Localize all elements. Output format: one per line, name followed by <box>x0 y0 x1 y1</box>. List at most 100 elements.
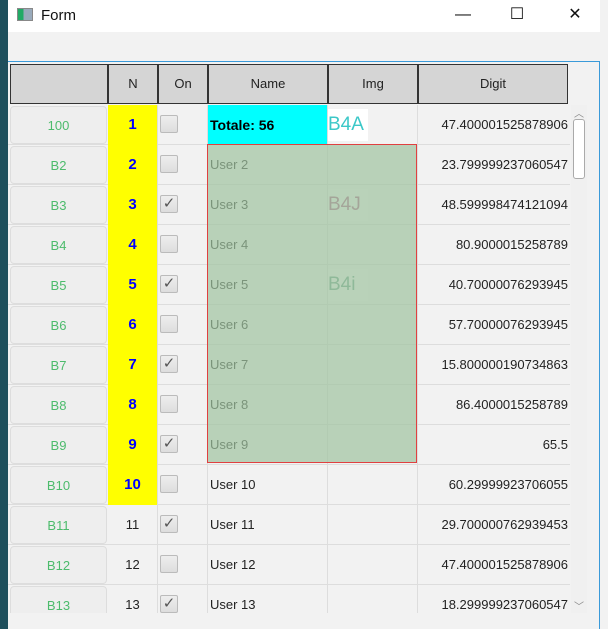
cell-img[interactable] <box>328 465 418 505</box>
table-row[interactable]: 100 1 Totale: 56 B4A 47.400001525878906 <box>8 105 570 145</box>
column-header-rowheader[interactable] <box>10 64 108 104</box>
cell-img[interactable] <box>328 505 418 545</box>
cell-digit[interactable]: 57.70000076293945 <box>418 305 570 345</box>
cell-name[interactable]: Totale: 56 <box>208 105 328 145</box>
cell-n[interactable]: 6 <box>108 305 158 345</box>
cell-img[interactable] <box>328 425 418 465</box>
on-checkbox[interactable] <box>160 155 178 173</box>
cell-img[interactable]: B4A <box>328 105 418 145</box>
on-checkbox[interactable] <box>160 115 178 133</box>
scroll-up-icon[interactable]: ︿ <box>571 105 587 120</box>
table-row[interactable]: B9 9 ✓ User 9 65.5 <box>8 425 570 465</box>
cell-img[interactable] <box>328 545 418 585</box>
row-header-button[interactable]: B12 <box>10 546 107 584</box>
column-header-on[interactable]: On <box>158 64 208 104</box>
on-checkbox[interactable]: ✓ <box>160 595 178 613</box>
row-header-button[interactable]: B2 <box>10 146 107 184</box>
row-header-button[interactable]: B5 <box>10 266 107 304</box>
row-header-button[interactable]: B9 <box>10 426 107 464</box>
cell-n[interactable]: 3 <box>108 185 158 225</box>
table-row[interactable]: B8 8 User 8 86.4000015258789 <box>8 385 570 425</box>
cell-digit[interactable]: 18.299999237060547 <box>418 585 570 613</box>
cell-n[interactable]: 8 <box>108 385 158 425</box>
column-header-n[interactable]: N <box>108 64 158 104</box>
cell-img[interactable] <box>328 225 418 265</box>
cell-name[interactable]: User 10 <box>208 465 328 505</box>
on-checkbox[interactable] <box>160 395 178 413</box>
table-row[interactable]: B7 7 ✓ User 7 15.800000190734863 <box>8 345 570 385</box>
row-header-button[interactable]: B8 <box>10 386 107 424</box>
cell-n[interactable]: 9 <box>108 425 158 465</box>
cell-n[interactable]: 13 <box>108 585 158 613</box>
row-header-button[interactable]: B7 <box>10 346 107 384</box>
scroll-down-icon[interactable]: ﹀ <box>571 598 587 613</box>
cell-digit[interactable]: 86.4000015258789 <box>418 385 570 425</box>
row-header-button[interactable]: 100 <box>10 106 107 144</box>
cell-n[interactable]: 5 <box>108 265 158 305</box>
cell-digit[interactable]: 65.5 <box>418 425 570 465</box>
close-button[interactable]: ✕ <box>552 0 598 30</box>
on-checkbox[interactable] <box>160 475 178 493</box>
cell-digit[interactable]: 80.9000015258789 <box>418 225 570 265</box>
scrollbar-thumb[interactable] <box>573 119 585 179</box>
cell-name[interactable]: User 5 <box>208 265 328 305</box>
vertical-scrollbar[interactable]: ︿ ﹀ <box>571 105 587 613</box>
on-checkbox[interactable]: ✓ <box>160 515 178 533</box>
column-header-digit[interactable]: Digit <box>418 64 568 104</box>
cell-name[interactable]: User 4 <box>208 225 328 265</box>
table-row[interactable]: B11 11 ✓ User 11 29.700000762939453 <box>8 505 570 545</box>
minimize-button[interactable]: — <box>440 0 486 30</box>
cell-n[interactable]: 4 <box>108 225 158 265</box>
cell-digit[interactable]: 47.400001525878906 <box>418 545 570 585</box>
table-row[interactable]: B6 6 User 6 57.70000076293945 <box>8 305 570 345</box>
cell-digit[interactable]: 29.700000762939453 <box>418 505 570 545</box>
table-row[interactable]: B2 2 User 2 23.799999237060547 <box>8 145 570 185</box>
table-row[interactable]: B3 3 ✓ User 3 B4J 48.599998474121094 <box>8 185 570 225</box>
on-checkbox[interactable]: ✓ <box>160 275 178 293</box>
column-header-name[interactable]: Name <box>208 64 328 104</box>
cell-name[interactable]: User 3 <box>208 185 328 225</box>
cell-n[interactable]: 1 <box>108 105 158 145</box>
cell-digit[interactable]: 48.599998474121094 <box>418 185 570 225</box>
row-header-button[interactable]: B3 <box>10 186 107 224</box>
cell-n[interactable]: 12 <box>108 545 158 585</box>
cell-img[interactable]: B4i <box>328 265 418 305</box>
cell-n[interactable]: 7 <box>108 345 158 385</box>
cell-img[interactable]: B4J <box>328 185 418 225</box>
cell-digit[interactable]: 23.799999237060547 <box>418 145 570 185</box>
row-header-button[interactable]: B6 <box>10 306 107 344</box>
row-header-button[interactable]: B10 <box>10 466 107 504</box>
on-checkbox[interactable]: ✓ <box>160 435 178 453</box>
row-header-button[interactable]: B13 <box>10 586 107 613</box>
cell-name[interactable]: User 11 <box>208 505 328 545</box>
cell-img[interactable] <box>328 585 418 613</box>
cell-digit[interactable]: 47.400001525878906 <box>418 105 570 145</box>
cell-img[interactable] <box>328 305 418 345</box>
on-checkbox[interactable] <box>160 555 178 573</box>
table-row[interactable]: B13 13 ✓ User 13 18.299999237060547 <box>8 585 570 613</box>
cell-img[interactable] <box>328 145 418 185</box>
cell-name[interactable]: User 2 <box>208 145 328 185</box>
cell-name[interactable]: User 6 <box>208 305 328 345</box>
cell-name[interactable]: User 12 <box>208 545 328 585</box>
cell-n[interactable]: 10 <box>108 465 158 505</box>
row-header-button[interactable]: B11 <box>10 506 107 544</box>
row-header-button[interactable]: B4 <box>10 226 107 264</box>
cell-img[interactable] <box>328 345 418 385</box>
cell-name[interactable]: User 7 <box>208 345 328 385</box>
table-row[interactable]: B5 5 ✓ User 5 B4i 40.70000076293945 <box>8 265 570 305</box>
cell-name[interactable]: User 13 <box>208 585 328 613</box>
cell-n[interactable]: 11 <box>108 505 158 545</box>
cell-name[interactable]: User 9 <box>208 425 328 465</box>
on-checkbox[interactable] <box>160 235 178 253</box>
table-row[interactable]: B10 10 User 10 60.29999923706055 <box>8 465 570 505</box>
column-header-img[interactable]: Img <box>328 64 418 104</box>
table-row[interactable]: B4 4 User 4 80.9000015258789 <box>8 225 570 265</box>
cell-name[interactable]: User 8 <box>208 385 328 425</box>
table-row[interactable]: B12 12 User 12 47.400001525878906 <box>8 545 570 585</box>
cell-img[interactable] <box>328 385 418 425</box>
on-checkbox[interactable]: ✓ <box>160 355 178 373</box>
cell-digit[interactable]: 40.70000076293945 <box>418 265 570 305</box>
cell-n[interactable]: 2 <box>108 145 158 185</box>
cell-digit[interactable]: 15.800000190734863 <box>418 345 570 385</box>
